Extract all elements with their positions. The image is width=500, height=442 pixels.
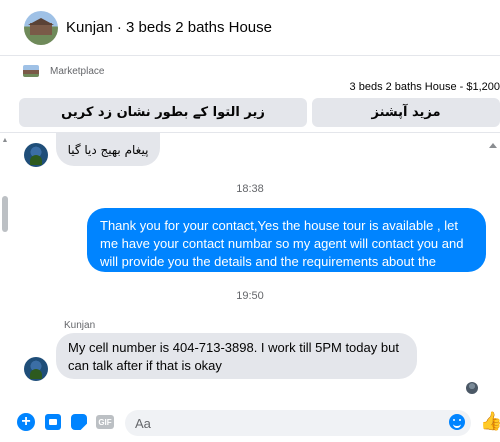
message-timestamp: 19:50	[236, 290, 264, 302]
chat-header: Kunjan · 3 beds 2 baths House	[0, 0, 500, 56]
incoming-message[interactable]: پیغام بھیج دیا گیا	[56, 133, 160, 166]
scroll-up-icon[interactable]: ▲	[0, 137, 10, 147]
sender-avatar[interactable]	[24, 143, 48, 167]
outgoing-message[interactable]: Thank you for your contact,Yes the house…	[87, 208, 486, 287]
listing-avatar[interactable]	[24, 10, 58, 45]
listing-thumbnail[interactable]	[23, 65, 39, 77]
scroll-up-arrow-icon[interactable]	[489, 143, 497, 148]
incoming-message[interactable]: My cell number is 404-713-3898. I work t…	[56, 333, 417, 379]
scrollbar[interactable]	[0, 0, 10, 398]
photo-icon[interactable]	[45, 414, 61, 430]
mark-as-pending-button[interactable]: زیر التوا کے بطور نشان زد کریں	[19, 98, 307, 127]
listing-summary[interactable]: 3 beds 2 baths House - $1,200	[350, 81, 500, 93]
message-input[interactable]	[125, 410, 471, 436]
gif-icon[interactable]: GIF	[96, 415, 114, 429]
emoji-icon[interactable]	[449, 414, 465, 430]
message-timestamp: 18:38	[236, 183, 264, 195]
marketplace-label: Marketplace	[50, 66, 105, 77]
seen-indicator-avatar	[466, 382, 478, 394]
conversation-title[interactable]: Kunjan · 3 beds 2 baths House	[66, 19, 272, 36]
more-options-button[interactable]: مزید آپشنز	[312, 98, 500, 127]
sender-name: Kunjan	[64, 320, 96, 331]
scrollbar-thumb[interactable]	[2, 196, 8, 232]
like-icon[interactable]: 👍	[480, 411, 500, 431]
sender-avatar[interactable]	[24, 357, 48, 381]
marketplace-card: Marketplace 3 beds 2 baths House - $1,20…	[0, 57, 500, 133]
plus-icon[interactable]: +	[17, 413, 35, 431]
